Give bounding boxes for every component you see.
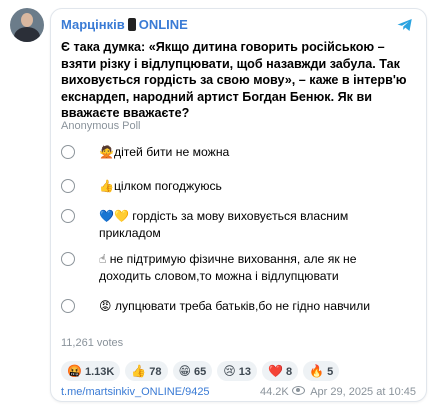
post-date[interactable]: Apr 29, 2025 at 10:45 <box>310 386 416 398</box>
radio-button[interactable] <box>61 145 75 159</box>
vote-count: 11,261 votes <box>61 337 124 349</box>
post-meta: 44.2K Apr 29, 2025 at 10:45 <box>260 386 416 398</box>
telegram-post-embed: Марцінків ONLINE Є така думка: «Якщо дити… <box>0 0 435 406</box>
telegram-icon[interactable] <box>396 16 414 34</box>
eye-icon <box>291 386 305 395</box>
reaction-chip[interactable]: 🔥 5 <box>303 361 340 381</box>
radio-button[interactable] <box>61 209 75 223</box>
reaction-chip[interactable]: 👍 78 <box>125 361 168 381</box>
post-footer: t.me/martsinkiv_ONLINE/9425 44.2K Apr 29… <box>61 386 416 398</box>
view-count: 44.2K <box>259 386 289 398</box>
reactions-bar: 🤬 1.13K 👍 78 😁 65 😢 13 ❤️ 8 🔥 5 <box>61 361 344 381</box>
radio-button[interactable] <box>61 252 75 266</box>
radio-button[interactable] <box>61 179 75 193</box>
radio-button[interactable] <box>61 299 75 313</box>
post-text: Є така думка: «Якщо дитина говорить росі… <box>61 40 407 120</box>
channel-name[interactable]: Марцінків ONLINE <box>61 17 188 32</box>
post-link[interactable]: t.me/martsinkiv_ONLINE/9425 <box>61 386 210 398</box>
post-card: Марцінків ONLINE Є така думка: «Якщо дити… <box>50 8 427 402</box>
reaction-chip[interactable]: 😁 65 <box>172 361 213 381</box>
channel-avatar[interactable] <box>10 8 44 42</box>
reaction-chip[interactable]: 😢 13 <box>217 361 258 381</box>
mobile-phone-icon <box>127 18 136 31</box>
poll-type: Anonymous Poll <box>61 120 141 132</box>
reaction-chip[interactable]: ❤️ 8 <box>262 361 299 381</box>
reaction-chip[interactable]: 🤬 1.13K <box>61 361 121 381</box>
